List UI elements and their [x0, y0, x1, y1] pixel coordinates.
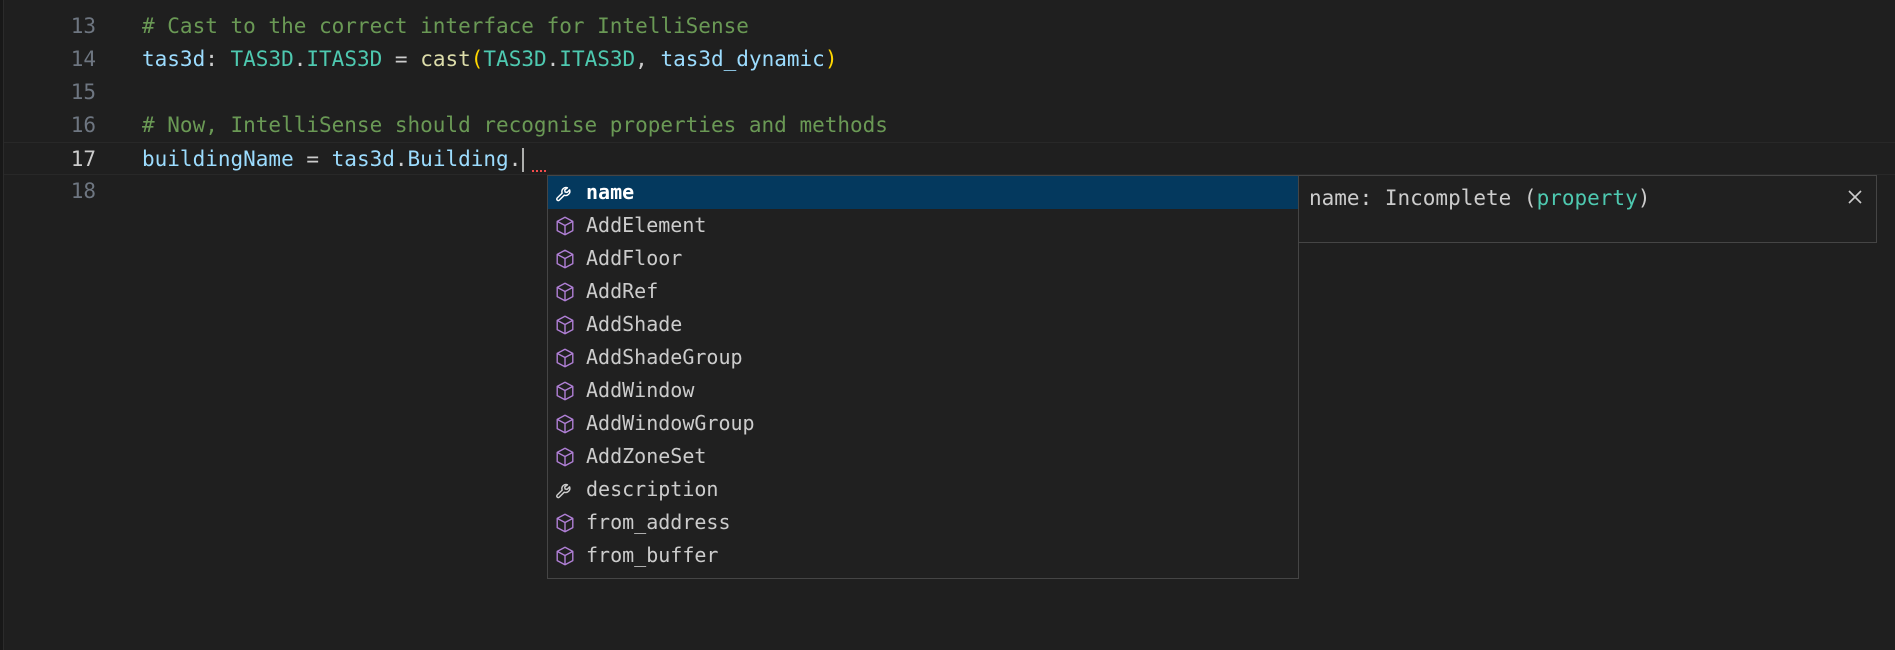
- code-line-14[interactable]: 14 tas3d: TAS3D.ITAS3D = cast(TAS3D.ITAS3…: [4, 43, 1895, 76]
- code-line-15[interactable]: 15: [4, 76, 1895, 109]
- cube-icon: [553, 511, 577, 535]
- code-token: ): [824, 47, 838, 71]
- line-number: 15: [70, 80, 96, 104]
- code-token: .: [293, 47, 307, 71]
- suggestion-label: AddShadeGroup: [586, 345, 743, 369]
- suggestion-item-addfloor[interactable]: AddFloor: [548, 242, 1300, 275]
- close-icon: [1848, 190, 1862, 204]
- code-token: .: [546, 47, 560, 71]
- details-kind: property: [1536, 186, 1638, 210]
- suggestion-details: name: Incomplete (property): [1299, 175, 1877, 243]
- line-number: 18: [70, 179, 96, 203]
- line-number: 14: [70, 47, 96, 71]
- suggestion-widget[interactable]: name AddElement AddFloor AddRef AddShade AddS…: [547, 175, 1299, 579]
- suggestion-list: name AddElement AddFloor AddRef AddShade AddS…: [548, 176, 1300, 572]
- code-token: .: [394, 147, 408, 171]
- suggestion-label: from_address: [586, 510, 731, 534]
- suggestion-label: description: [586, 477, 719, 501]
- code-token: ,: [635, 47, 661, 71]
- code-token: cast: [420, 47, 471, 71]
- code-token: ITAS3D: [306, 47, 383, 71]
- cube-icon: [553, 247, 577, 271]
- cube-icon: [553, 544, 577, 568]
- code-text: # Now, IntelliSense should recognise pro…: [142, 109, 888, 142]
- code-token: tas3d_dynamic: [660, 47, 825, 71]
- code-text: buildingName = tas3d.Building.: [142, 143, 525, 176]
- suggestion-item-from_buffer[interactable]: from_buffer: [548, 539, 1300, 572]
- suggestion-item-addzoneset[interactable]: AddZoneSet: [548, 440, 1300, 473]
- code-token: TAS3D: [483, 47, 547, 71]
- suggestion-label: AddShade: [586, 312, 683, 336]
- cube-icon: [553, 346, 577, 370]
- details-signature: name: Incomplete (property): [1309, 186, 1650, 210]
- cube-icon: [553, 412, 577, 436]
- code-token: buildingName: [142, 147, 294, 171]
- code-token: TAS3D: [230, 47, 294, 71]
- code-line-17[interactable]: 17 buildingName = tas3d.Building.: [4, 142, 1895, 175]
- code-token: tas3d: [142, 47, 206, 71]
- code-token: ITAS3D: [559, 47, 636, 71]
- code-token: (: [470, 47, 484, 71]
- suggestion-item-addwindow[interactable]: AddWindow: [548, 374, 1300, 407]
- suggestion-label: name: [586, 180, 635, 204]
- wrench-icon: [553, 478, 577, 502]
- text-cursor: [522, 148, 525, 172]
- cube-icon: [553, 313, 577, 337]
- close-details-button[interactable]: [1844, 186, 1866, 208]
- suggestion-item-addelement[interactable]: AddElement: [548, 209, 1300, 242]
- suggestion-item-addshade[interactable]: AddShade: [548, 308, 1300, 341]
- cube-icon: [553, 379, 577, 403]
- code-token: =: [293, 147, 332, 171]
- suggestion-label: from_buffer: [586, 543, 719, 567]
- code-token: =: [382, 47, 421, 71]
- line-number: 17: [70, 147, 96, 171]
- suggestion-item-from_address[interactable]: from_address: [548, 506, 1300, 539]
- suggestion-item-addwindowgroup[interactable]: AddWindowGroup: [548, 407, 1300, 440]
- code-token: tas3d: [331, 147, 395, 171]
- code-token: # Now, IntelliSense should recognise pro…: [142, 113, 888, 137]
- suggestion-label: AddRef: [586, 279, 659, 303]
- cube-icon: [553, 280, 577, 304]
- suggestion-label: AddFloor: [586, 246, 683, 270]
- details-suffix: ): [1637, 186, 1651, 210]
- code-token: # Cast to the correct interface for Inte…: [142, 14, 749, 38]
- cube-icon: [553, 445, 577, 469]
- suggestion-label: AddWindowGroup: [586, 411, 755, 435]
- code-token: Building: [407, 147, 509, 171]
- line-number: 13: [70, 14, 96, 38]
- cube-icon: [553, 214, 577, 238]
- error-squiggle: [532, 166, 546, 172]
- suggestion-item-addref[interactable]: AddRef: [548, 275, 1300, 308]
- wrench-icon: [553, 181, 577, 205]
- suggestion-label: AddWindow: [586, 378, 695, 402]
- suggestion-item-addshadegroup[interactable]: AddShadeGroup: [548, 341, 1300, 374]
- code-text: # Cast to the correct interface for Inte…: [142, 10, 749, 43]
- code-line-16[interactable]: 16 # Now, IntelliSense should recognise p…: [4, 109, 1895, 142]
- code-token: .: [508, 147, 522, 171]
- code-line-13[interactable]: 13 # Cast to the correct interface for In…: [4, 10, 1895, 43]
- details-signature-text: name: Incomplete (: [1309, 186, 1537, 210]
- suggestion-item-description[interactable]: description: [548, 473, 1300, 506]
- suggestion-label: AddZoneSet: [586, 444, 707, 468]
- code-text: tas3d: TAS3D.ITAS3D = cast(TAS3D.ITAS3D,…: [142, 43, 837, 76]
- suggestion-item-name[interactable]: name: [548, 176, 1298, 209]
- line-number: 16: [70, 113, 96, 137]
- code-token: :: [205, 47, 231, 71]
- suggestion-label: AddElement: [586, 213, 707, 237]
